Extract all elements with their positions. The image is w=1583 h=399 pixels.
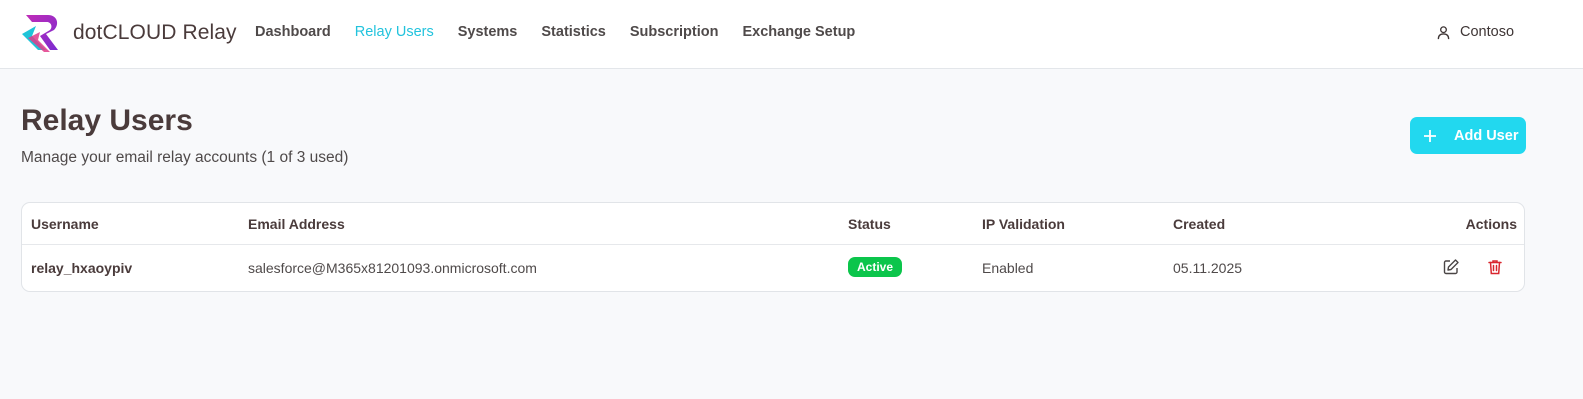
nav-dashboard[interactable]: Dashboard	[255, 24, 331, 40]
nav-statistics[interactable]: Statistics	[541, 24, 605, 40]
page-title: Relay Users	[21, 104, 193, 137]
nav-exchange-setup[interactable]: Exchange Setup	[742, 24, 855, 40]
page-subtitle: Manage your email relay accounts (1 of 3…	[21, 149, 349, 166]
cell-username: relay_hxaoypiv	[31, 260, 133, 276]
column-header-ip-validation: IP Validation	[982, 216, 1065, 232]
column-header-created: Created	[1173, 216, 1226, 232]
user-name: Contoso	[1460, 24, 1515, 40]
add-user-label: Add User	[1454, 127, 1519, 144]
add-user-button[interactable]: Add User	[1410, 117, 1526, 154]
column-header-status: Status	[848, 216, 891, 232]
dotcloud-logo-icon	[22, 15, 58, 52]
brand-name: dotCLOUD Relay	[73, 21, 237, 44]
user-menu[interactable]: Contoso	[1436, 24, 1514, 40]
column-header-actions: Actions	[1465, 216, 1517, 232]
nav-subscription[interactable]: Subscription	[630, 24, 719, 40]
header-divider	[22, 244, 1524, 245]
brand[interactable]: dotCLOUD Relay	[20, 12, 237, 54]
nav-relay-users[interactable]: Relay Users	[355, 24, 434, 40]
column-header-email: Email Address	[248, 216, 345, 232]
edit-icon[interactable]	[1442, 258, 1460, 276]
column-header-username: Username	[31, 216, 99, 232]
cell-email: salesforce@M365x81201093.onmicrosoft.com	[248, 260, 537, 276]
status-badge: Active	[848, 257, 903, 277]
user-icon	[1437, 25, 1450, 39]
relay-users-table: Username Email Address Status IP Validat…	[21, 202, 1525, 292]
cell-ip-validation: Enabled	[982, 260, 1034, 276]
plus-icon	[1424, 129, 1436, 142]
delete-icon[interactable]	[1486, 258, 1504, 276]
cell-created: 05.11.2025	[1173, 260, 1243, 276]
nav-systems[interactable]: Systems	[458, 24, 518, 40]
main-nav: Dashboard Relay Users Systems Statistics…	[255, 24, 879, 40]
top-navbar: dotCLOUD Relay Dashboard Relay Users Sys…	[0, 0, 1583, 69]
